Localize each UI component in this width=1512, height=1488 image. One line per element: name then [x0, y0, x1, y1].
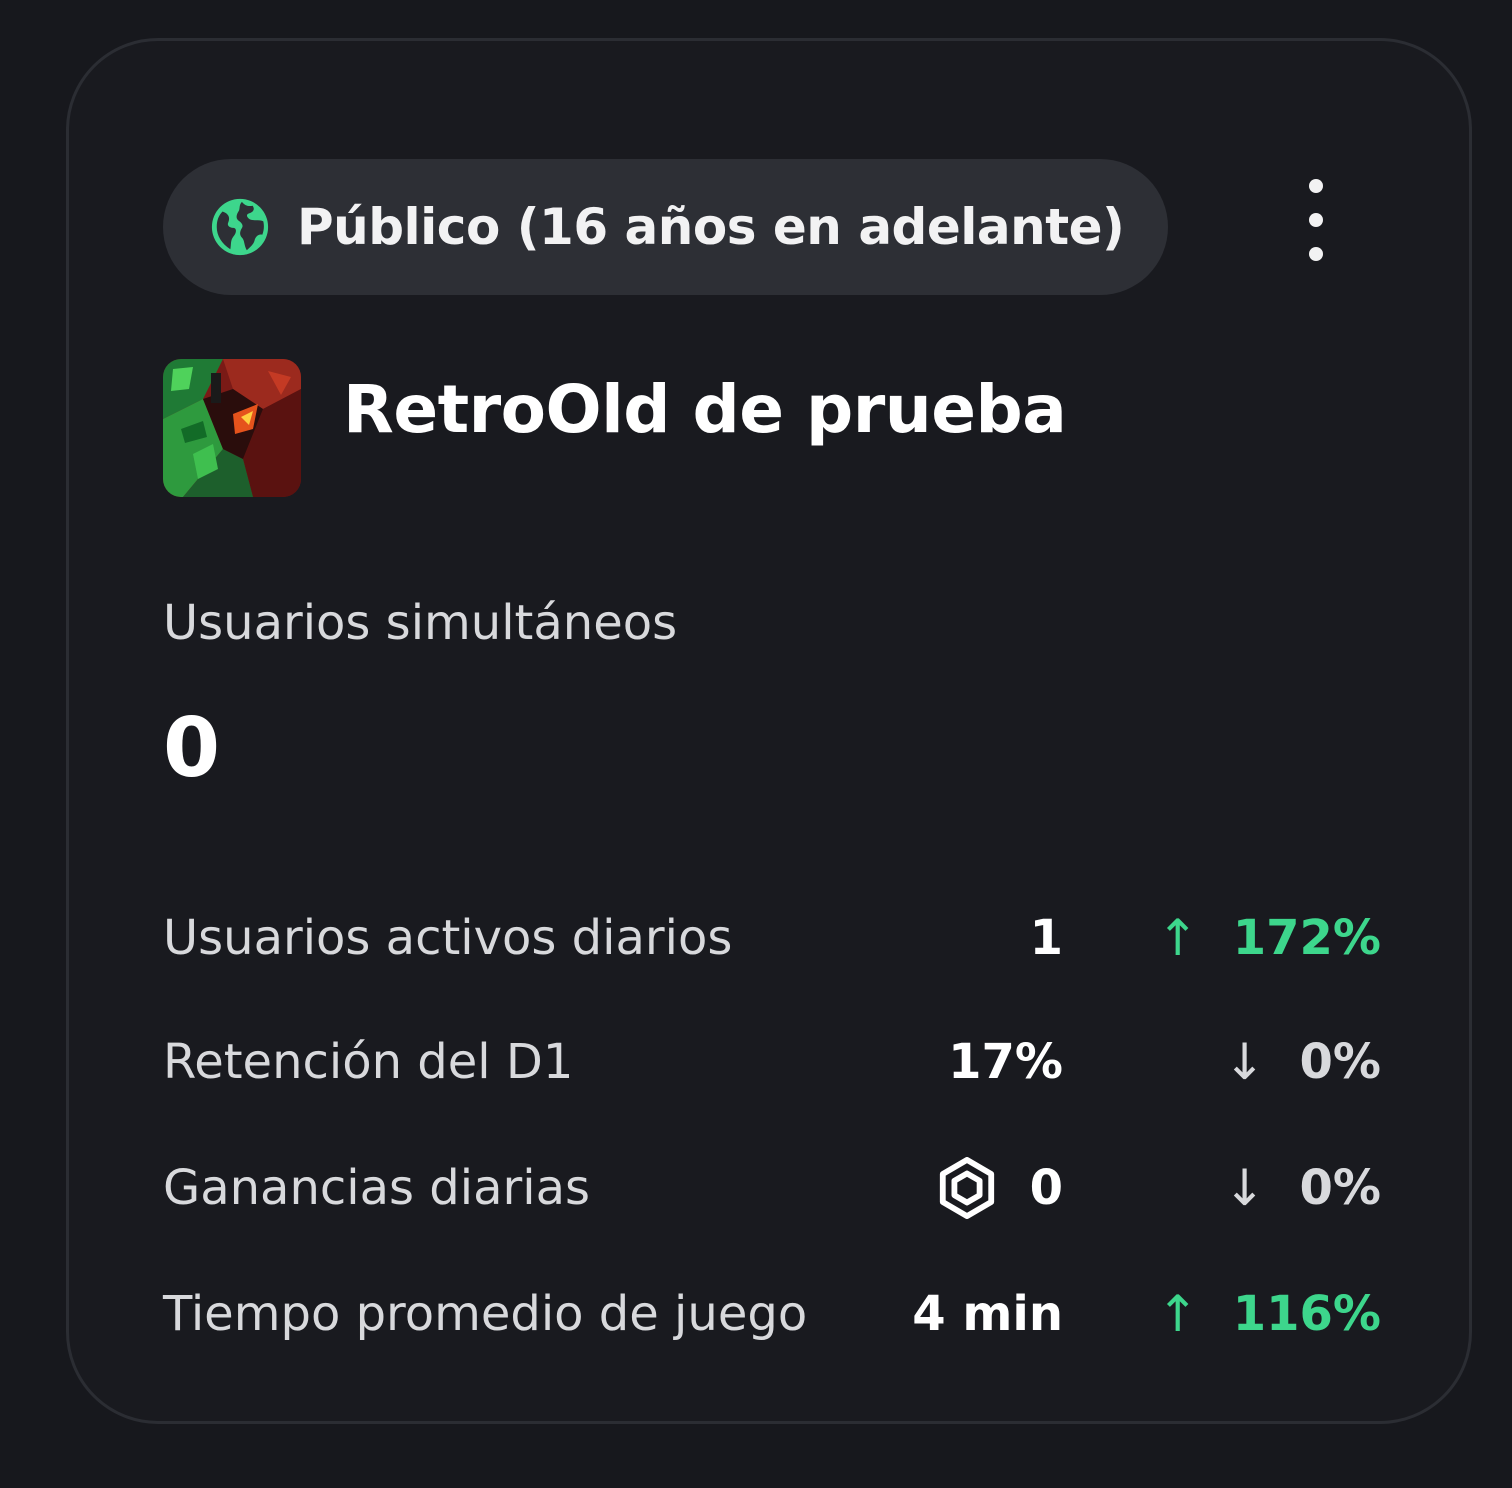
- metric-label: Tiempo promedio de juego: [163, 1286, 808, 1342]
- audience-label: Público (16 años en adelante): [297, 198, 1125, 256]
- metric-change: ↓ 0%: [1224, 1027, 1381, 1097]
- metric-row-dau: Usuarios activos diarios 1 ↑ 172%: [163, 903, 1381, 973]
- metric-row-avg-playtime: Tiempo promedio de juego 4 min ↑ 116%: [163, 1279, 1381, 1349]
- experience-thumbnail[interactable]: [163, 359, 301, 497]
- robux-icon: [939, 1157, 994, 1219]
- metric-value: 0: [936, 1153, 1063, 1223]
- experience-title[interactable]: RetroOld de prueba: [343, 371, 1067, 448]
- metric-row-d1-retention: Retención del D1 17% ↓ 0%: [163, 1027, 1381, 1097]
- metric-change: ↑ 172%: [1157, 903, 1381, 973]
- metric-value: 4 min: [912, 1286, 1063, 1342]
- metric-row-daily-earnings: Ganancias diarias 0 ↓ 0%: [163, 1153, 1381, 1223]
- more-vertical-icon: [1309, 179, 1323, 193]
- metric-change: ↓ 0%: [1224, 1153, 1381, 1223]
- metric-label: Usuarios activos diarios: [163, 910, 733, 966]
- metric-value: 17%: [948, 1034, 1063, 1090]
- arrow-down-icon: ↓: [1223, 1159, 1266, 1217]
- concurrent-users-label: Usuarios simultáneos: [163, 595, 678, 651]
- metric-label: Retención del D1: [163, 1034, 574, 1090]
- audience-badge[interactable]: Público (16 años en adelante): [163, 159, 1169, 295]
- experience-card[interactable]: Público (16 años en adelante) RetroOld d…: [66, 38, 1472, 1424]
- more-options-button[interactable]: [1287, 179, 1345, 261]
- globe-icon: [211, 198, 269, 256]
- concurrent-users-value: 0: [163, 701, 221, 796]
- metric-label: Ganancias diarias: [163, 1160, 590, 1216]
- arrow-up-icon: ↑: [1156, 1285, 1199, 1343]
- arrow-up-icon: ↑: [1156, 909, 1199, 967]
- metric-change: ↑ 116%: [1157, 1279, 1381, 1349]
- arrow-down-icon: ↓: [1223, 1033, 1266, 1091]
- thumbnail-image: [163, 359, 301, 497]
- metric-value: 1: [1029, 910, 1063, 966]
